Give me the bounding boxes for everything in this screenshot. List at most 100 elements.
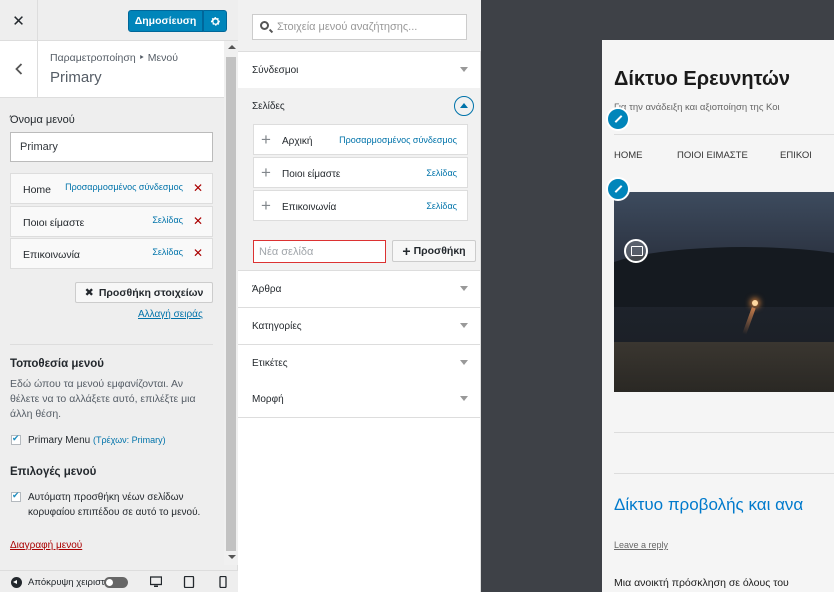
menu-item-type: Σελίδας xyxy=(152,247,183,257)
hero-streak xyxy=(742,307,756,335)
primary-menu-checkbox[interactable] xyxy=(11,433,21,445)
section-pages[interactable]: Σελίδες + Αρχική Προσαρμοσμένος σύνδεσμο… xyxy=(238,88,480,271)
plus-icon: + xyxy=(261,130,271,149)
sidebar-scrollbar[interactable] xyxy=(224,41,238,565)
divider xyxy=(614,473,834,474)
section-title: Μορφή xyxy=(252,394,284,405)
collapse-label[interactable]: Απόκρυψη χειριστ xyxy=(28,577,105,588)
collapse-toggle[interactable] xyxy=(104,577,128,588)
nav-item-contact[interactable]: ΕΠΙΚΟΙ xyxy=(780,150,812,161)
menu-item-contact[interactable]: Επικοινωνία Σελίδας ✕ xyxy=(10,238,213,269)
customizer-header: ✕ Δημοσίευση xyxy=(0,0,238,41)
chevron-down-icon xyxy=(460,67,468,72)
plus-icon: + xyxy=(261,163,271,182)
edit-pencil-icon[interactable] xyxy=(606,107,630,131)
available-item-type: Προσαρμοσμένος σύνδεσμος xyxy=(339,135,457,145)
back-button[interactable] xyxy=(0,41,38,97)
chevron-down-icon xyxy=(460,286,468,291)
section-title: Σελίδες xyxy=(252,101,285,112)
hero-shore xyxy=(614,342,834,392)
menu-location-description: Εδώ ώπου τα μενού εμφανίζονται. Αν θέλετ… xyxy=(10,378,196,420)
divider xyxy=(10,344,213,345)
available-item-type: Σελίδας xyxy=(426,201,457,211)
section-title: Σύνδεσμοι xyxy=(252,65,299,76)
add-page-label: Προσθήκη xyxy=(413,245,466,257)
menu-item-title: Home xyxy=(23,184,52,196)
chevron-down-icon xyxy=(460,396,468,401)
available-item-type: Σελίδας xyxy=(426,168,457,178)
add-items-button[interactable]: ✖ Προσθήκη στοιχείων xyxy=(75,282,213,303)
add-page-button[interactable]: + Προσθήκη xyxy=(392,240,476,262)
preview-page: Δίκτυο Ερευνητών Για την ανάδειξη και αξ… xyxy=(602,40,834,592)
publish-settings-button[interactable] xyxy=(203,10,227,32)
new-page-input[interactable]: Νέα σελίδα xyxy=(253,240,386,263)
available-item-contact[interactable]: + Επικοινωνία Σελίδας xyxy=(253,190,468,221)
primary-menu-label: Primary Menu (Τρέχων: Primary) xyxy=(28,435,166,446)
section-posts[interactable]: Άρθρα xyxy=(238,271,480,308)
edit-pencil-icon[interactable] xyxy=(606,177,630,201)
hero-hill xyxy=(614,247,834,307)
menu-item-title: Επικοινωνία xyxy=(23,249,80,261)
leave-reply-link[interactable]: Leave a reply xyxy=(614,540,668,550)
search-icon xyxy=(260,21,269,30)
delete-icon[interactable]: ✕ xyxy=(193,182,204,194)
section-links[interactable]: Σύνδεσμοι xyxy=(238,52,480,89)
mobile-icon[interactable] xyxy=(217,576,229,588)
hero-light xyxy=(752,300,758,306)
delete-icon[interactable]: ✕ xyxy=(193,247,204,259)
scroll-down-arrow-icon[interactable] xyxy=(228,555,236,559)
section-categories[interactable]: Κατηγορίες xyxy=(238,308,480,345)
post-title[interactable]: Δίκτυο προβολής και ανα xyxy=(614,495,803,515)
menu-item-type: Προσαρμοσμένος σύνδεσμος xyxy=(65,182,183,192)
nav-item-about[interactable]: ΠΟΙΟΙ ΕΙΜΑΣΤΕ xyxy=(677,150,748,161)
menu-item-title: Ποιοι είμαστε xyxy=(23,217,85,229)
divider xyxy=(614,432,834,433)
menu-name-label: Όνομα μενού xyxy=(10,114,75,126)
section-tags[interactable]: Ετικέτες xyxy=(238,345,480,382)
desktop-icon[interactable] xyxy=(150,576,162,588)
menu-options-heading: Επιλογές μενού xyxy=(10,466,97,478)
site-title[interactable]: Δίκτυο Ερευνητών xyxy=(614,68,790,91)
tablet-icon[interactable] xyxy=(183,576,195,588)
chevron-up-icon[interactable] xyxy=(454,96,474,116)
available-item-about[interactable]: + Ποιοι είμαστε Σελίδας xyxy=(253,157,468,188)
available-menu-items-panel: Στοιχεία μενού αναζήτησης... Σύνδεσμοι Σ… xyxy=(238,0,481,592)
customizer-sidebar: ✕ Δημοσίευση Παραμετροποίηση ‣ Μενού Pri… xyxy=(0,0,238,592)
section-title: Primary xyxy=(50,69,102,86)
divider xyxy=(614,134,834,135)
add-items-label: Προσθήκη στοιχείων xyxy=(98,286,204,299)
delete-menu-link[interactable]: Διαγραφή μενού xyxy=(10,540,82,551)
auto-add-pages-label: Αυτόματη προσθήκη νέων σελίδων κορυφαίου… xyxy=(28,492,201,518)
section-title: Ετικέτες xyxy=(252,358,288,369)
plus-icon: + xyxy=(261,196,271,215)
auto-add-pages-checkbox[interactable] xyxy=(11,490,21,502)
reorder-link[interactable]: Αλλαγή σειράς xyxy=(138,309,203,320)
menu-name-input[interactable]: Primary xyxy=(10,132,213,162)
close-button[interactable]: ✕ xyxy=(0,0,38,41)
gear-icon xyxy=(210,16,220,26)
search-bar: Στοιχεία μενού αναζήτησης... xyxy=(238,0,481,52)
available-item-title: Αρχική xyxy=(282,136,313,147)
breadcrumb: Παραμετροποίηση ‣ Μενού xyxy=(50,52,178,64)
menu-location-heading: Τοποθεσία μενού xyxy=(10,358,104,370)
menu-item-home[interactable]: Home Προσαρμοσμένος σύνδεσμος ✕ xyxy=(10,173,213,204)
customizer-footer: Απόκρυψη χειριστ xyxy=(0,570,238,592)
menu-item-type: Σελίδας xyxy=(152,215,183,225)
image-edit-icon[interactable] xyxy=(624,239,648,263)
search-input[interactable]: Στοιχεία μενού αναζήτησης... xyxy=(252,14,467,40)
site-description: Για την ανάδειξη και αξιοποίηση της Κοι xyxy=(614,102,780,113)
nav-item-home[interactable]: HOME xyxy=(614,150,643,161)
scroll-up-arrow-icon[interactable] xyxy=(228,45,236,49)
section-format[interactable]: Μορφή xyxy=(238,381,480,418)
available-item-title: Επικοινωνία xyxy=(282,202,337,213)
menu-item-about[interactable]: Ποιοι είμαστε Σελίδας ✕ xyxy=(10,206,213,237)
header-image xyxy=(614,192,834,392)
chevron-down-icon xyxy=(460,323,468,328)
scroll-thumb[interactable] xyxy=(226,57,236,551)
post-excerpt: Μια ανοικτή πρόσκληση σε όλους του xyxy=(614,577,789,589)
publish-button[interactable]: Δημοσίευση xyxy=(128,10,203,32)
section-title: Κατηγορίες xyxy=(252,321,302,332)
available-item-home[interactable]: + Αρχική Προσαρμοσμένος σύνδεσμος xyxy=(253,124,468,155)
delete-icon[interactable]: ✕ xyxy=(193,215,204,227)
collapse-icon[interactable] xyxy=(11,577,22,588)
